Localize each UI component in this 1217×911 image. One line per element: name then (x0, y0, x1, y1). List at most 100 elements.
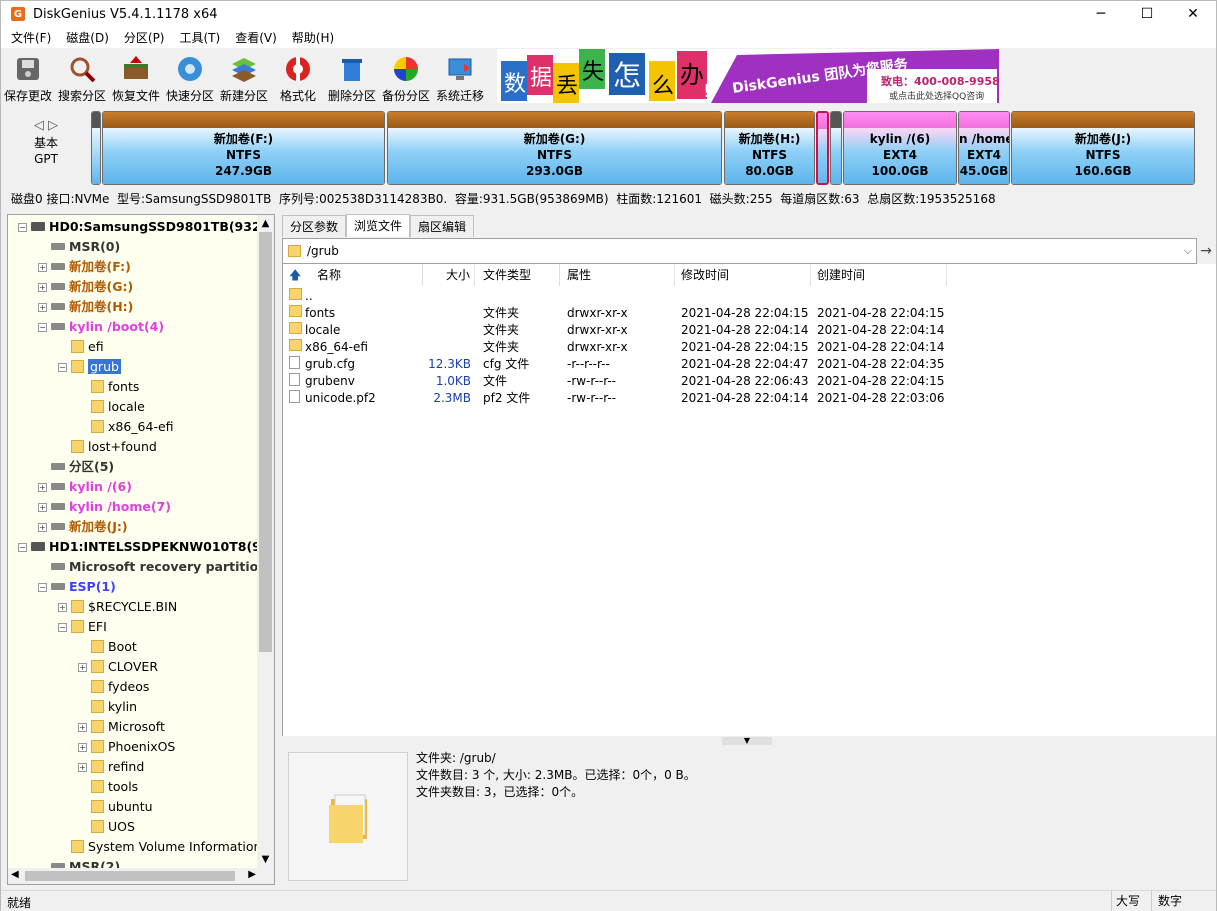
advert-banner[interactable]: 数 据 丢 失 怎 么 办 ! DiskGenius 团队为您服务 致电：400… (497, 49, 999, 103)
new-partition-button[interactable]: 新建分区 (217, 49, 271, 105)
tree-node[interactable]: fydeos (78, 677, 149, 697)
tree-node[interactable]: − kylin /boot(4) (38, 317, 164, 337)
tree-node[interactable]: Boot (78, 637, 137, 657)
backup-partition-button[interactable]: 备份分区 (379, 49, 433, 105)
tree-node[interactable]: x86_64-efi (78, 417, 174, 437)
partition-f[interactable]: 新加卷(F:) NTFS 247.9GB (102, 111, 385, 185)
column-header-mtime[interactable]: 修改时间 (675, 264, 811, 286)
tree-node[interactable]: Microsoft recovery partition(0) (38, 557, 274, 577)
tree-vertical-scrollbar[interactable]: ▲ ▼ (257, 215, 274, 884)
partition-small-5[interactable] (830, 111, 842, 185)
partition-j[interactable]: 新加卷(J:) NTFS 160.6GB (1011, 111, 1195, 185)
tree-node[interactable]: + kylin /home(7) (38, 497, 171, 517)
format-button[interactable]: 格式化 (271, 49, 325, 105)
file-row[interactable]: fonts 文件夹 drwxr-xr-x 2021-04-28 22:04:15 202… (283, 305, 944, 322)
expand-toggle-icon[interactable]: − (18, 223, 27, 232)
column-header-size[interactable]: 大小 (423, 264, 475, 286)
column-header-type[interactable]: 文件类型 (475, 264, 560, 286)
tree-node[interactable]: tools (78, 777, 138, 797)
tree-node[interactable]: + PhoenixOS (78, 737, 175, 757)
tree-hscroll-thumb[interactable] (25, 871, 235, 881)
tree-node[interactable]: + 新加卷(G:) (38, 277, 133, 297)
file-row[interactable]: locale 文件夹 drwxr-xr-x 2021-04-28 22:04:14 20… (283, 322, 944, 339)
file-row[interactable]: x86_64-efi 文件夹 drwxr-xr-x 2021-04-28 22:04:… (283, 339, 944, 356)
tree-node[interactable]: lost+found (58, 437, 157, 457)
tree-node[interactable]: + Microsoft (78, 717, 165, 737)
tree-scroll-thumb[interactable] (259, 232, 272, 652)
system-migrate-button[interactable]: 系统迁移 (433, 49, 487, 105)
scroll-right-icon[interactable]: ▶ (248, 869, 256, 880)
disk-tree-panel[interactable]: − HD0:SamsungSSD9801TB(932GB) MSR(0) + 新加卷(F… (7, 214, 275, 885)
tree-node[interactable]: MSR(0) (38, 237, 120, 257)
delete-partition-button[interactable]: 删除分区 (325, 49, 379, 105)
partition-boot-selected[interactable] (816, 111, 829, 185)
scroll-left-icon[interactable]: ◀ (11, 869, 19, 880)
tree-node[interactable]: + CLOVER (78, 657, 158, 677)
minimize-button[interactable]: ─ (1078, 1, 1124, 27)
close-button[interactable]: ✕ (1170, 1, 1216, 27)
tab-browse-files[interactable]: 浏览文件 (346, 214, 411, 237)
tree-node[interactable]: + 新加卷(F:) (38, 257, 131, 277)
disk-type-cell[interactable]: ◁ ▷ 基本 GPT (1, 111, 91, 183)
expand-toggle-icon[interactable]: − (18, 543, 27, 552)
expand-toggle-icon[interactable]: + (58, 603, 67, 612)
tree-node[interactable]: efi (58, 337, 104, 357)
tree-node[interactable]: UOS (78, 817, 135, 837)
tree-node[interactable]: System Volume Information (58, 837, 261, 857)
file-row[interactable]: unicode.pf2 2.3MB pf2 文件 -rw-r--r-- 2021-04-… (283, 390, 944, 407)
file-row[interactable]: grubenv 1.0KB 文件 -rw-r--r-- 2021-04-28 22:06… (283, 373, 944, 390)
path-bar[interactable]: /grub ⌵ (282, 238, 1197, 264)
preview-splitter[interactable]: ▼ (282, 736, 1216, 746)
tree-node[interactable]: kylin (78, 697, 137, 717)
file-row[interactable]: .. (283, 288, 943, 305)
partition-kylin-root[interactable]: kylin /(6) EXT4 100.0GB (843, 111, 957, 185)
menu-disk[interactable]: 磁盘(D) (61, 29, 114, 46)
partition-small-1[interactable] (91, 111, 101, 185)
tree-node[interactable]: − EFI (58, 617, 107, 637)
column-header-name[interactable]: 🡅 名称 (283, 264, 423, 286)
expand-toggle-icon[interactable]: + (38, 483, 47, 492)
expand-toggle-icon[interactable]: + (38, 263, 47, 272)
expand-toggle-icon[interactable]: + (78, 743, 87, 752)
scroll-down-icon[interactable]: ▼ (257, 851, 274, 868)
tree-node[interactable]: + $RECYCLE.BIN (58, 597, 177, 617)
expand-toggle-icon[interactable]: − (38, 323, 47, 332)
menu-help[interactable]: 帮助(H) (287, 29, 339, 46)
tree-node[interactable]: − ESP(1) (38, 577, 116, 597)
menu-tools[interactable]: 工具(T) (175, 29, 226, 46)
quick-partition-button[interactable]: 快速分区 (163, 49, 217, 105)
tree-horizontal-scrollbar[interactable]: ◀ ▶ (8, 868, 258, 884)
file-row[interactable]: grub.cfg 12.3KB cfg 文件 -r--r--r-- 2021-04-28… (283, 356, 944, 373)
partition-kylin-home[interactable]: n /home EXT4 45.0GB (958, 111, 1010, 185)
expand-toggle-icon[interactable]: + (38, 523, 47, 532)
tree-node[interactable]: ubuntu (78, 797, 153, 817)
expand-toggle-icon[interactable]: + (78, 663, 87, 672)
partition-g[interactable]: 新加卷(G:) NTFS 293.0GB (387, 111, 722, 185)
menu-partition[interactable]: 分区(P) (119, 29, 170, 46)
go-arrow-icon[interactable]: → (1198, 240, 1214, 262)
expand-toggle-icon[interactable]: + (38, 303, 47, 312)
tab-partition-params[interactable]: 分区参数 (282, 215, 347, 237)
expand-toggle-icon[interactable]: + (78, 763, 87, 772)
tree-node[interactable]: + refind (78, 757, 144, 777)
recover-file-button[interactable]: 恢复文件 (109, 49, 163, 105)
tree-node[interactable]: 分区(5) (38, 457, 114, 477)
tree-node[interactable]: + 新加卷(J:) (38, 517, 128, 537)
expand-toggle-icon[interactable]: + (38, 283, 47, 292)
prev-next-disk-arrows[interactable]: ◁ ▷ (1, 111, 91, 135)
scroll-up-icon[interactable]: ▲ (257, 215, 274, 232)
tree-node[interactable]: − HD1:INTELSSDPEKNW010T8(954GB) (18, 537, 274, 557)
expand-toggle-icon[interactable]: + (78, 723, 87, 732)
column-header-attr[interactable]: 属性 (560, 264, 675, 286)
tree-node[interactable]: − HD0:SamsungSSD9801TB(932GB) (18, 217, 274, 237)
tree-node[interactable]: − grub (58, 357, 121, 377)
search-partition-button[interactable]: 搜索分区 (55, 49, 109, 105)
save-changes-button[interactable]: 保存更改 (1, 49, 55, 105)
expand-toggle-icon[interactable]: − (58, 363, 67, 372)
tree-node[interactable]: locale (78, 397, 145, 417)
menu-file[interactable]: 文件(F) (6, 29, 56, 46)
expand-toggle-icon[interactable]: + (38, 503, 47, 512)
maximize-button[interactable]: ☐ (1124, 1, 1170, 27)
up-folder-icon[interactable]: 🡅 (289, 264, 301, 286)
tab-sector-edit[interactable]: 扇区编辑 (410, 215, 475, 237)
